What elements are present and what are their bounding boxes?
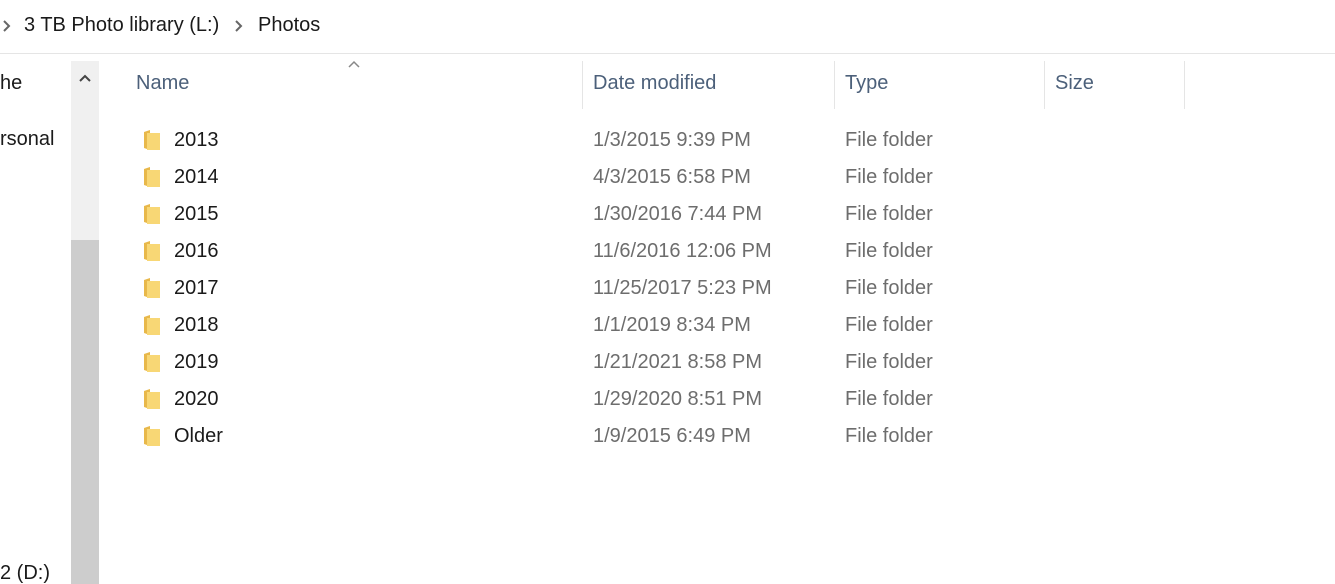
chevron-right-icon[interactable] <box>234 19 244 33</box>
column-header-label: Type <box>845 71 889 94</box>
column-divider[interactable] <box>834 61 835 109</box>
file-row[interactable]: 2013 1/3/2015 9:39 PM File folder <box>134 122 1184 159</box>
file-date-modified: 11/25/2017 5:23 PM <box>593 277 772 299</box>
folder-icon <box>144 278 160 298</box>
nav-item[interactable]: rsonal <box>0 128 54 151</box>
column-header-label: Name <box>136 71 190 94</box>
file-row[interactable]: 2020 1/29/2020 8:51 PM File folder <box>134 381 1184 418</box>
nav-item[interactable]: 2 (D:) <box>0 562 50 584</box>
scroll-up-button[interactable] <box>71 61 99 95</box>
sort-ascending-icon <box>348 60 360 68</box>
file-row[interactable]: 2018 1/1/2019 8:34 PM File folder <box>134 307 1184 344</box>
file-row[interactable]: 2019 1/21/2021 8:58 PM File folder <box>134 344 1184 381</box>
file-name: Older <box>174 425 223 447</box>
file-date-modified: 11/6/2016 12:06 PM <box>593 240 772 262</box>
file-type: File folder <box>845 203 933 225</box>
file-type: File folder <box>845 166 933 188</box>
file-type: File folder <box>845 425 933 447</box>
column-divider[interactable] <box>582 61 583 109</box>
file-row[interactable]: 2017 11/25/2017 5:23 PM File folder <box>134 270 1184 307</box>
file-name: 2017 <box>174 277 219 299</box>
column-divider[interactable] <box>1044 61 1045 109</box>
file-date-modified: 1/9/2015 6:49 PM <box>593 425 751 447</box>
folder-icon <box>144 426 160 446</box>
column-header-label: Size <box>1055 71 1094 94</box>
file-name: 2015 <box>174 203 219 225</box>
file-row[interactable]: 2015 1/30/2016 7:44 PM File folder <box>134 196 1184 233</box>
file-name: 2016 <box>174 240 219 262</box>
vertical-scrollbar[interactable] <box>71 61 99 584</box>
navigation-pane: he rsonal 2 (D:) <box>0 55 104 584</box>
file-name: 2019 <box>174 351 219 373</box>
column-header-date-modified[interactable]: Date modified <box>593 55 834 111</box>
column-header-type[interactable]: Type <box>845 55 1044 111</box>
file-date-modified: 1/3/2015 9:39 PM <box>593 129 751 151</box>
file-type: File folder <box>845 314 933 336</box>
file-date-modified: 1/1/2019 8:34 PM <box>593 314 751 336</box>
chevron-up-icon <box>79 74 91 82</box>
file-name: 2013 <box>174 129 219 151</box>
file-date-modified: 1/30/2016 7:44 PM <box>593 203 763 225</box>
folder-icon <box>144 315 160 335</box>
file-date-modified: 1/29/2020 8:51 PM <box>593 388 763 410</box>
scrollbar-thumb[interactable] <box>71 240 99 584</box>
file-name: 2014 <box>174 166 219 188</box>
chevron-right-icon[interactable] <box>2 19 12 33</box>
file-name: 2018 <box>174 314 219 336</box>
folder-icon <box>144 167 160 187</box>
file-type: File folder <box>845 388 933 410</box>
breadcrumb-drive[interactable]: 3 TB Photo library (L:) <box>24 14 219 37</box>
file-date-modified: 4/3/2015 6:58 PM <box>593 166 751 188</box>
folder-icon <box>144 204 160 224</box>
file-type: File folder <box>845 129 933 151</box>
column-divider[interactable] <box>1184 61 1185 109</box>
folder-icon <box>144 130 160 150</box>
file-type: File folder <box>845 351 933 373</box>
file-type: File folder <box>845 277 933 299</box>
breadcrumb-photos[interactable]: Photos <box>258 14 320 37</box>
file-type: File folder <box>845 240 933 262</box>
nav-item[interactable]: he <box>0 72 22 95</box>
file-list: Name Date modified Type Size 2013 1/3/20… <box>104 55 1335 584</box>
file-row[interactable]: 2014 4/3/2015 6:58 PM File folder <box>134 159 1184 196</box>
file-name: 2020 <box>174 388 219 410</box>
column-header-label: Date modified <box>593 71 717 94</box>
file-row[interactable]: 2016 11/6/2016 12:06 PM File folder <box>134 233 1184 270</box>
file-date-modified: 1/21/2021 8:58 PM <box>593 351 763 373</box>
address-bar[interactable]: 3 TB Photo library (L:) Photos <box>0 0 1335 54</box>
column-header-size[interactable]: Size <box>1055 55 1184 111</box>
folder-icon <box>144 352 160 372</box>
file-row[interactable]: Older 1/9/2015 6:49 PM File folder <box>134 418 1184 455</box>
folder-icon <box>144 389 160 409</box>
folder-icon <box>144 241 160 261</box>
